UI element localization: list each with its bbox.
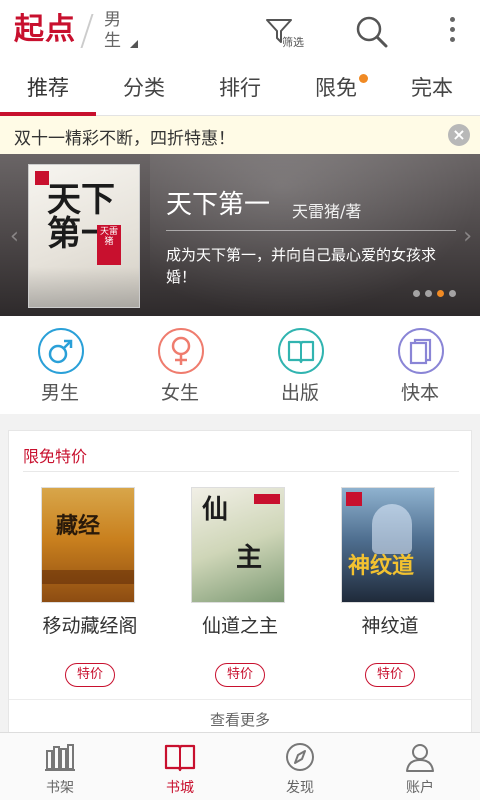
logo-divider xyxy=(80,14,94,48)
tab-label: 限免 xyxy=(315,76,357,100)
banner-book-cover[interactable]: 天下第一 天雷猪 xyxy=(28,164,140,308)
category-male[interactable]: 男生 xyxy=(0,316,120,414)
nav-label: 发现 xyxy=(286,780,314,796)
more-dot-icon xyxy=(449,27,455,32)
tab-bar: 推荐 分类 排行 限免 完本 xyxy=(0,62,480,116)
nav-discover[interactable]: 发现 xyxy=(240,733,360,800)
category-female[interactable]: 女生 xyxy=(120,316,240,414)
banner-next-icon[interactable]: › xyxy=(463,224,472,249)
book-icon xyxy=(278,328,324,374)
category-label: 快本 xyxy=(400,382,439,404)
tab-label: 排行 xyxy=(219,76,261,100)
tab-label: 完本 xyxy=(411,76,453,100)
page-dot[interactable] xyxy=(413,290,420,297)
special-price-badge: 特价 xyxy=(215,663,265,687)
open-book-icon xyxy=(164,744,196,772)
category-shortcuts: 男生 女生 出版 快本 xyxy=(0,316,480,414)
banner-pagination xyxy=(408,290,456,297)
banner-divider xyxy=(166,230,456,231)
cover-author-seal: 天雷猪 xyxy=(97,225,121,265)
category-label: 出版 xyxy=(280,382,319,404)
search-button[interactable] xyxy=(354,14,390,50)
tab-label: 分类 xyxy=(123,76,165,100)
special-price-badge: 特价 xyxy=(65,663,115,687)
nav-bookstore[interactable]: 书城 xyxy=(120,733,240,800)
special-price-badge: 特价 xyxy=(365,663,415,687)
new-badge-dot xyxy=(359,74,368,83)
nav-label: 书架 xyxy=(46,780,74,796)
more-dot-icon xyxy=(449,17,455,22)
book-cover[interactable]: 神纹道 xyxy=(341,487,435,603)
see-more-link[interactable]: 查看更多 xyxy=(9,709,471,730)
compass-icon xyxy=(286,743,314,771)
banner-description: 成为天下第一，并向自己最心爱的女孩求婚！ xyxy=(166,246,437,286)
top-bar: 起点 男生 筛选 xyxy=(0,0,480,62)
category-label: 女生 xyxy=(160,382,199,404)
filter-label: 筛选 xyxy=(282,36,304,49)
featured-banner[interactable]: 天下第一 天雷猪 天下第一 天雷猪/著 成为天下第一，并向自己最心爱的女孩求婚！… xyxy=(0,154,480,316)
banner-prev-icon[interactable]: ‹ xyxy=(10,224,19,249)
section-title: 限免特价 xyxy=(23,447,88,466)
female-icon xyxy=(158,328,204,374)
see-more-divider xyxy=(9,699,471,700)
book-title: 移动藏经阁 xyxy=(42,615,138,637)
category-published[interactable]: 出版 xyxy=(240,316,360,414)
notice-text: 双十一精彩不断，四折特惠！ xyxy=(14,129,235,149)
nav-account[interactable]: 账户 xyxy=(360,733,480,800)
tab-free[interactable]: 限免 xyxy=(288,62,384,115)
tab-ranking[interactable]: 排行 xyxy=(192,62,288,115)
book-title: 仙道之主 xyxy=(201,615,278,637)
bookshelf-icon xyxy=(45,744,75,771)
gender-label: 男生 xyxy=(104,10,121,51)
more-menu-button[interactable] xyxy=(440,12,464,52)
stack-icon xyxy=(398,328,444,374)
book-title: 神纹道 xyxy=(361,615,419,637)
page-dot[interactable] xyxy=(425,290,432,297)
nav-bookshelf[interactable]: 书架 xyxy=(0,733,120,800)
cover-mist xyxy=(29,267,139,307)
more-dot-icon xyxy=(449,37,455,42)
category-label: 男生 xyxy=(40,382,79,404)
banner-book-author: 天雷猪/著 xyxy=(292,202,362,221)
category-quick[interactable]: 快本 xyxy=(360,316,480,414)
book-cover[interactable]: 藏经 xyxy=(41,487,135,603)
bottom-nav: 书架 书城 发现 账户 xyxy=(0,732,480,800)
tab-category[interactable]: 分类 xyxy=(96,62,192,115)
tab-finished[interactable]: 完本 xyxy=(384,62,480,115)
close-icon[interactable]: × xyxy=(448,124,470,146)
tab-label: 推荐 xyxy=(27,76,69,100)
search-icon xyxy=(356,16,388,48)
nav-label: 账户 xyxy=(406,780,434,796)
app-logo[interactable]: 起点 xyxy=(14,12,76,48)
tab-recommend[interactable]: 推荐 xyxy=(0,62,96,116)
section-divider xyxy=(23,471,459,472)
person-icon xyxy=(406,744,434,772)
page-dot[interactable] xyxy=(449,290,456,297)
gender-switch[interactable]: 男生 xyxy=(104,10,144,54)
page-dot-active[interactable] xyxy=(437,290,444,297)
nav-label: 书城 xyxy=(166,780,194,796)
promo-notice[interactable]: 双十一精彩不断，四折特惠！ × xyxy=(0,116,480,154)
limited-free-section: 限免特价 藏经 移动藏经阁 特价 仙 主 仙道之主 特价 神纹道 神纹道 特价 … xyxy=(8,430,472,740)
male-icon xyxy=(38,328,84,374)
dropdown-triangle-icon xyxy=(130,40,138,48)
filter-button[interactable]: 筛选 xyxy=(262,14,306,50)
banner-book-title: 天下第一 xyxy=(166,190,271,220)
book-cover[interactable]: 仙 主 xyxy=(191,487,285,603)
